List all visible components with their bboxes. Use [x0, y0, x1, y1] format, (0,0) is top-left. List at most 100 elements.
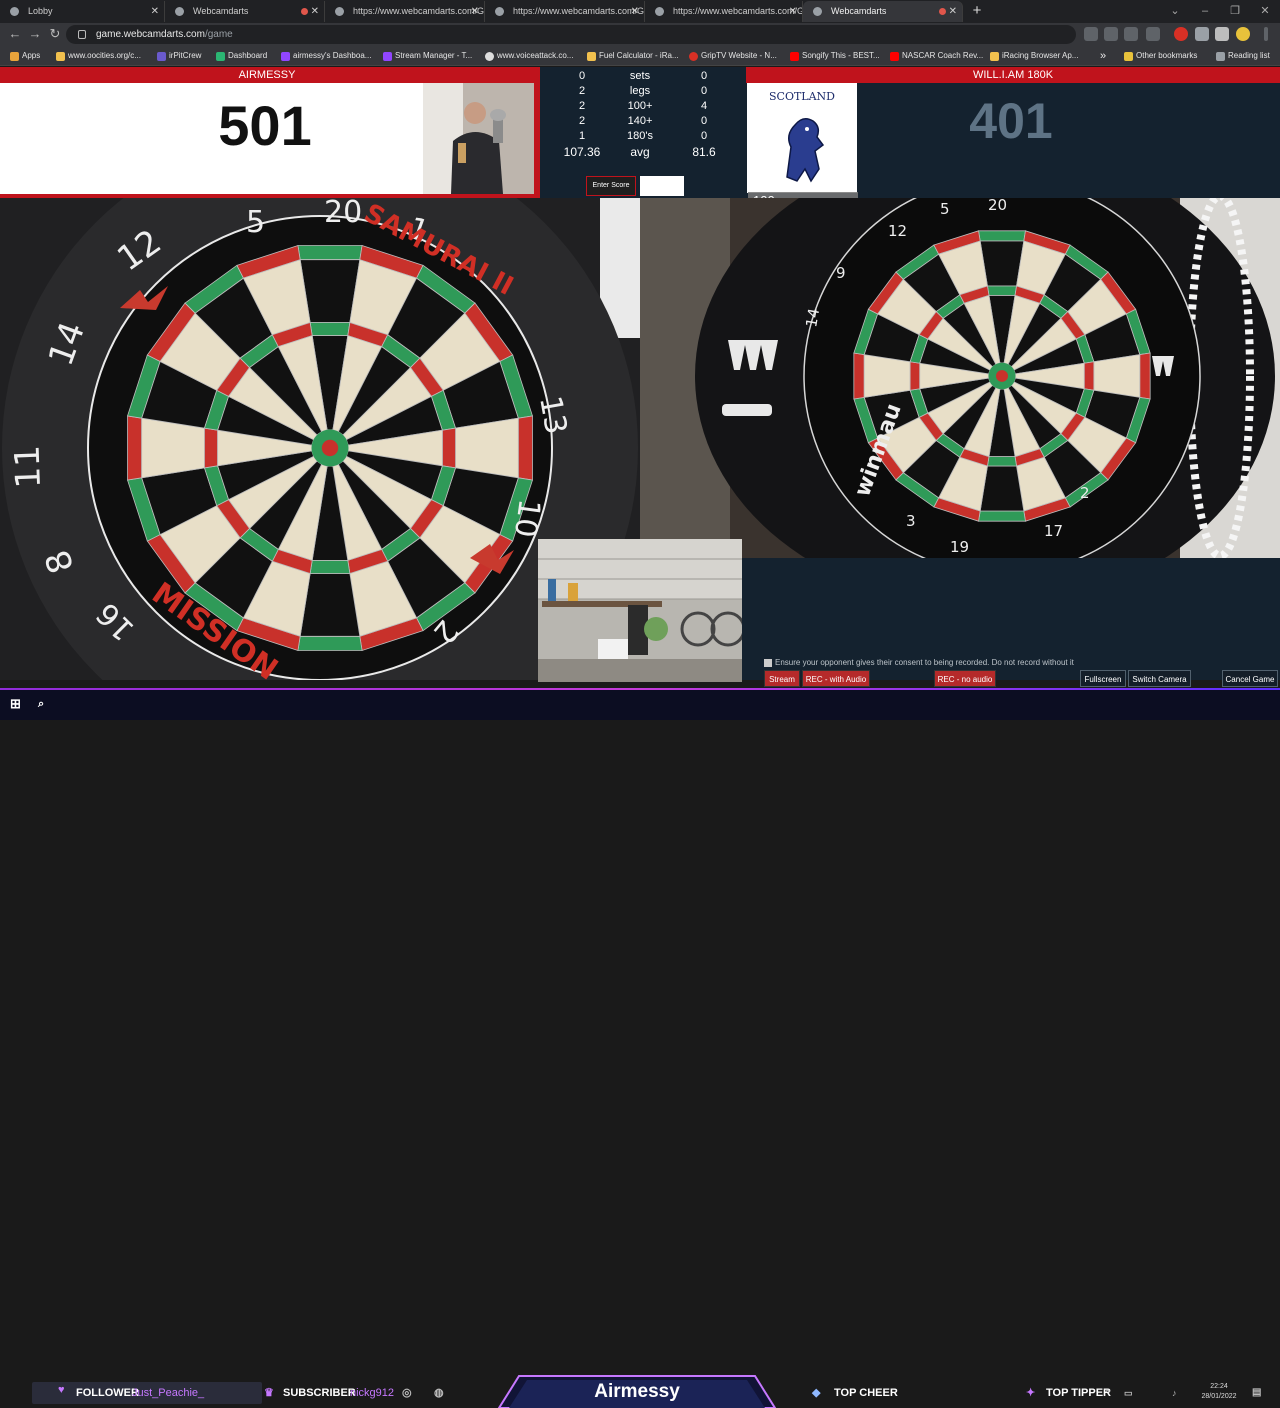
tab-favicon-icon [655, 7, 664, 16]
dartboard-segment [853, 352, 865, 400]
stats-row-avg: 107.36 avg 81.6 [540, 145, 746, 160]
menu-dots-icon[interactable] [1264, 27, 1268, 41]
bookmark-label: GripTV Website - N... [701, 51, 777, 60]
close-tab-icon[interactable]: ✕ [789, 1, 797, 22]
minimize-icon[interactable]: – [1190, 0, 1220, 23]
score-input[interactable] [640, 176, 684, 196]
address-bar[interactable]: game.webcamdarts.com/game [66, 25, 1076, 44]
bookmark-iracing-browser[interactable]: iRacing Browser Ap... [988, 46, 1078, 66]
tab-title: Lobby [28, 6, 53, 16]
tray-speaker-icon[interactable]: ♪ [1172, 1385, 1177, 1401]
zoom-icon[interactable] [1104, 27, 1118, 41]
dartboard-segment [297, 635, 363, 651]
reading-list[interactable]: Reading list [1214, 46, 1270, 66]
bookmark-irpitcrew[interactable]: irPitCrew [155, 46, 201, 66]
stat-player2: 0 [700, 115, 708, 127]
bookmarks-overflow-button[interactable]: » [1088, 46, 1106, 66]
close-window-icon[interactable]: ✕ [1250, 0, 1280, 23]
player2-name: WILL.I.AM 180K [746, 67, 1280, 83]
svg-text:3: 3 [906, 512, 916, 530]
close-tab-icon[interactable]: ✕ [471, 1, 479, 22]
bookmark-star-icon[interactable] [1146, 27, 1160, 41]
svg-text:2: 2 [1080, 484, 1090, 502]
url-host: game.webcamdarts.com [96, 29, 205, 40]
bookmark-label: www.voiceattack.co... [497, 51, 574, 60]
other-bookmarks[interactable]: Other bookmarks [1122, 46, 1197, 66]
apps-grid-icon [10, 52, 19, 61]
extensions-puzzle-icon[interactable] [1215, 27, 1229, 41]
restore-icon[interactable]: ❐ [1220, 0, 1250, 23]
bookmark-dashboard[interactable]: Dashboard [214, 46, 267, 66]
back-icon[interactable]: ← [7, 26, 23, 42]
tab-favicon-icon [495, 7, 504, 16]
inner-bull [996, 370, 1008, 382]
profile-avatar-icon[interactable] [1236, 27, 1250, 41]
cancel-game-button[interactable]: Cancel Game [1222, 670, 1278, 687]
stat-label: 140+ [627, 115, 653, 127]
consent-text: Ensure your opponent gives their consent… [775, 658, 1074, 667]
search-icon[interactable]: ⌕ [38, 696, 44, 712]
fullscreen-button[interactable]: Fullscreen [1080, 670, 1126, 687]
tab-search-icon[interactable]: ⌄ [1160, 0, 1190, 23]
camera-icon[interactable] [1084, 27, 1098, 41]
stat-player1: 1 [578, 130, 586, 142]
bookmark-label: Stream Manager - T... [395, 51, 473, 60]
bookmark-voiceattack[interactable]: www.voiceattack.co... [483, 46, 573, 66]
bookmark-oocities[interactable]: www.oocities.org/c... [54, 46, 141, 66]
dartboard-segment [1139, 352, 1151, 400]
taskbar-app-icon[interactable]: ◎ [402, 1385, 412, 1401]
share-icon[interactable] [1124, 27, 1138, 41]
forward-icon[interactable]: → [27, 26, 43, 42]
top-cheer-icon: ◆ [812, 1387, 821, 1399]
stats-row-140plus: 2 140+ 0 [540, 114, 746, 129]
reading-list-icon [1216, 52, 1225, 61]
svg-text:9: 9 [836, 264, 846, 282]
bookmark-favicon-icon [157, 52, 166, 61]
room-camera-feed [538, 539, 742, 682]
dartboard-segment [986, 456, 1018, 467]
svg-text:10: 10 [507, 497, 547, 540]
close-tab-icon[interactable]: ✕ [311, 1, 319, 22]
bookmark-griptv[interactable]: GripTV Website - N... [687, 46, 777, 66]
svg-text:12: 12 [888, 222, 907, 240]
extension-red-icon[interactable] [1174, 27, 1188, 41]
bookmark-apps[interactable]: Apps [8, 46, 40, 66]
tab-webcamdarts-url-2[interactable]: https://www.webcamdarts.com/G ✕ [485, 1, 645, 22]
top-cheer-label: TOP CHEER [834, 1387, 898, 1399]
notifications-icon[interactable]: ▤ [1252, 1385, 1261, 1401]
bookmark-label: Fuel Calculator - iRa... [599, 51, 679, 60]
close-tab-icon[interactable]: ✕ [949, 1, 957, 22]
switch-camera-button[interactable]: Switch Camera [1128, 670, 1191, 687]
stat-player1: 107.36 [563, 145, 601, 159]
extension-badge-icon[interactable] [1195, 27, 1209, 41]
bookmark-fuel-calculator[interactable]: Fuel Calculator - iRa... [585, 46, 679, 66]
tab-webcamdarts-url-1[interactable]: https://www.webcamdarts.com/G ✕ [325, 1, 485, 22]
player1-panel: AIRMESSY 501 [0, 67, 540, 198]
reload-icon[interactable]: ↻ [47, 26, 63, 42]
rec-with-audio-button[interactable]: REC - with Audio [802, 670, 870, 687]
folder-icon [1124, 52, 1133, 61]
bookmark-stream-manager[interactable]: Stream Manager - T... [381, 46, 472, 66]
stream-overlay-bar: ⊞ ⌕ ♥ FOLLOWER Just_Peachie_ ♛ SUBSCRIBE… [0, 688, 1280, 1408]
tab-lobby[interactable]: Lobby ✕ [0, 1, 165, 22]
tab-webcamdarts[interactable]: Webcamdarts ✕ [165, 1, 325, 22]
new-tab-button[interactable]: + [968, 2, 986, 20]
enter-score-button[interactable]: Enter Score [586, 176, 636, 196]
close-tab-icon[interactable]: ✕ [151, 1, 159, 22]
windows-start-icon[interactable]: ⊞ [10, 696, 21, 712]
recording-indicator-icon [939, 8, 946, 15]
tab-webcamdarts-active[interactable]: Webcamdarts ✕ [803, 1, 963, 22]
bookmark-nascar-coach[interactable]: NASCAR Coach Rev... [888, 46, 983, 66]
dartboard-segment [141, 417, 205, 479]
bookmark-label: irPitCrew [169, 51, 202, 60]
bookmark-songify[interactable]: Songify This - BEST... [788, 46, 880, 66]
tray-network-icon[interactable]: ▭ [1124, 1385, 1133, 1401]
close-tab-icon[interactable]: ✕ [631, 1, 639, 22]
tab-webcamdarts-url-3[interactable]: https://www.webcamdarts.com/G ✕ [645, 1, 803, 22]
taskbar-app-icon-2[interactable]: ◍ [434, 1385, 444, 1401]
bookmark-twitch-dashboard[interactable]: airmessy's Dashboa... [279, 46, 371, 66]
rec-no-audio-button[interactable]: REC - no audio [934, 670, 996, 687]
stream-button[interactable]: Stream [764, 670, 800, 687]
tray-up-icon[interactable]: ⌃ [1104, 1385, 1112, 1401]
overlay-glow-line [0, 688, 1280, 690]
